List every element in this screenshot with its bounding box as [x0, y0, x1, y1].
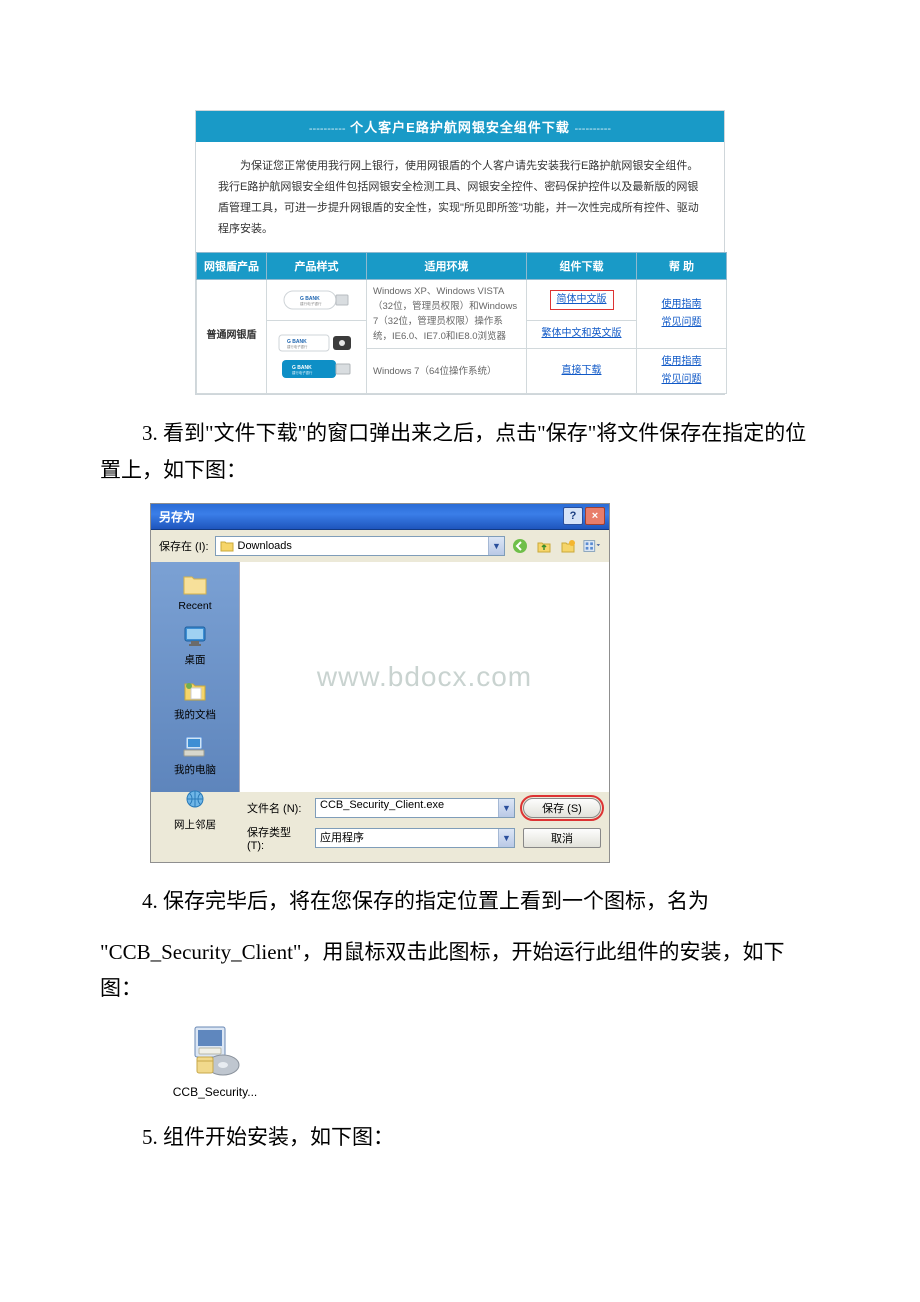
th-dl: 组件下载 [527, 252, 637, 279]
download-page-screenshot: ---------- 个人客户E路护航网银安全组件下载 ---------- 为… [195, 110, 725, 395]
link-faq-1[interactable]: 常见问题 [662, 315, 702, 331]
chevron-down-icon: ▼ [488, 537, 504, 555]
new-folder-icon[interactable] [559, 537, 577, 555]
installer-label: CCB_Security... [150, 1085, 280, 1099]
link-trad-en[interactable]: 繁体中文和英文版 [542, 326, 622, 342]
link-guide-1[interactable]: 使用指南 [662, 297, 702, 313]
usb-key-cap-icon: G BANK 建行电子银行 [277, 332, 357, 354]
step-3-text: 3. 看到"文件下载"的窗口弹出来之后，点击"保存"将文件保存在指定的位置上，如… [100, 415, 820, 489]
svg-text:建行电子银行: 建行电子银行 [287, 344, 308, 349]
mycomputer-icon [180, 732, 210, 760]
place-mycomputer[interactable]: 我的电脑 [174, 732, 216, 777]
place-mydocs[interactable]: 我的文档 [174, 677, 216, 722]
chevron-down-icon: ▼ [498, 799, 514, 817]
dialog-bottom: 文件名 (N): CCB_Security_Client.exe ▼ 保存 (S… [151, 792, 609, 862]
save-button[interactable]: 保存 (S) [523, 798, 601, 818]
cell-help-2: 使用指南 常见问题 [637, 349, 727, 394]
cell-dl-1b: 繁体中文和英文版 [527, 320, 637, 349]
file-list-area[interactable]: www.bdocx.com [239, 562, 609, 792]
cell-help-1: 使用指南 常见问题 [637, 279, 727, 349]
place-network[interactable]: 网上邻居 [174, 787, 216, 832]
filetype-label: 保存类型 (T): [247, 824, 307, 852]
th-help: 帮 助 [637, 252, 727, 279]
installer-icon[interactable] [187, 1021, 243, 1077]
th-product: 网银盾产品 [197, 252, 267, 279]
place-desktop[interactable]: 桌面 [180, 622, 210, 667]
cell-product: 普通网银盾 [197, 279, 267, 394]
close-button[interactable]: × [585, 507, 605, 525]
watermark: www.bdocx.com [240, 562, 609, 792]
cell-dl-1a: 简体中文版 [527, 279, 637, 320]
step-4-text-a: 4. 保存完毕后，将在您保存的指定位置上看到一个图标，名为 [100, 883, 820, 920]
installer-icon-block: CCB_Security... [150, 1021, 280, 1099]
cell-style-1: G BANK 建行电子银行 [267, 279, 367, 320]
dialog-toolbar: 保存在 (I): Downloads ▼ [151, 530, 609, 562]
dialog-title: 另存为 [159, 508, 195, 525]
mydocs-icon [180, 677, 210, 705]
svg-text:建行电子银行: 建行电子银行 [300, 301, 322, 306]
back-icon[interactable] [511, 537, 529, 555]
filename-label: 文件名 (N): [247, 800, 307, 816]
usb-key-white-icon: G BANK 建行电子银行 [282, 287, 352, 313]
download-banner-title: 个人客户E路护航网银安全组件下载 [350, 120, 570, 135]
chevron-down-icon: ▼ [498, 829, 514, 847]
savein-label: 保存在 (I): [159, 538, 209, 554]
th-style: 产品样式 [267, 252, 367, 279]
help-button[interactable]: ? [563, 507, 583, 525]
usb-key-blue-icon: G BANK 建行电子银行 [280, 357, 354, 381]
cancel-button[interactable]: 取消 [523, 828, 601, 848]
download-table: 网银盾产品 产品样式 适用环境 组件下载 帮 助 普通网银盾 [196, 252, 727, 395]
download-description: 为保证您正常使用我行网上银行，使用网银盾的个人客户请先安装我行E路护航网银安全组… [196, 142, 724, 252]
desktop-icon [180, 622, 210, 650]
link-simplified-cn[interactable]: 简体中文版 [550, 290, 614, 310]
network-icon [180, 787, 210, 815]
cell-env-2: Windows 7（64位操作系统） [367, 349, 527, 394]
link-guide-2[interactable]: 使用指南 [662, 354, 702, 370]
link-direct-download[interactable]: 直接下载 [562, 363, 602, 379]
th-env: 适用环境 [367, 252, 527, 279]
dialog-titlebar: 另存为 ? × [151, 504, 609, 530]
up-folder-icon[interactable] [535, 537, 553, 555]
cell-env-1: Windows XP、Windows VISTA（32位，管理员权限）和Wind… [367, 279, 527, 349]
savein-value: Downloads [238, 540, 292, 552]
link-faq-2[interactable]: 常见问题 [662, 372, 702, 388]
cell-dl-2: 直接下载 [527, 349, 637, 394]
step-5-text: 5. 组件开始安装，如下图： [100, 1119, 820, 1156]
places-bar: Recent 桌面 我的文档 [151, 562, 239, 792]
save-as-dialog: 另存为 ? × 保存在 (I): Downloads ▼ [150, 503, 610, 863]
filetype-combo[interactable]: 应用程序 ▼ [315, 828, 515, 848]
svg-text:建行电子银行: 建行电子银行 [292, 370, 313, 375]
recent-icon [180, 570, 210, 598]
savein-combo[interactable]: Downloads ▼ [215, 536, 506, 556]
view-menu-icon[interactable] [583, 537, 601, 555]
place-recent[interactable]: Recent [178, 570, 211, 612]
filename-input[interactable]: CCB_Security_Client.exe ▼ [315, 798, 515, 818]
download-banner: ---------- 个人客户E路护航网银安全组件下载 ---------- [196, 111, 724, 142]
cell-style-2: G BANK 建行电子银行 G BANK 建行电子银行 [267, 320, 367, 394]
folder-icon [220, 540, 234, 552]
step-4-text-b: "CCB_Security_Client"，用鼠标双击此图标，开始运行此组件的安… [100, 934, 820, 1008]
